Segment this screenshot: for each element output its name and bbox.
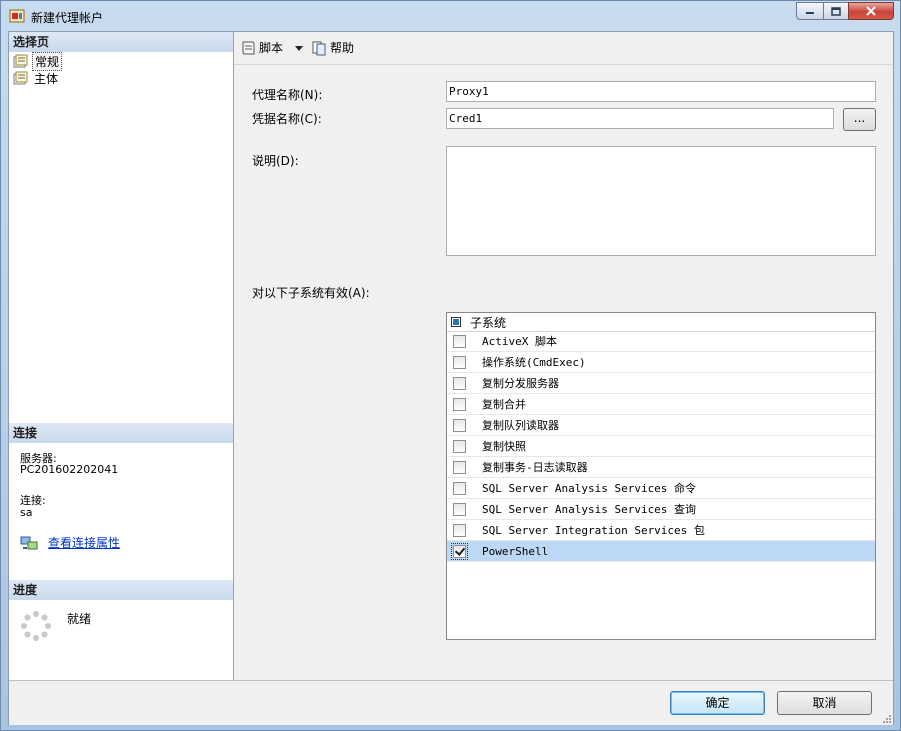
subsystem-label: SQL Server Integration Services 包	[482, 524, 705, 537]
help-button[interactable]: 帮助	[311, 39, 354, 56]
left-panel: 选择页 常规 主体 连接 服务器: PC201602202041 连接: sa …	[9, 32, 234, 680]
dialog-button-bar: 确定 取消	[9, 680, 893, 725]
progress-status: 就绪	[67, 612, 92, 626]
subsystem-label: SQL Server Analysis Services 查询	[482, 503, 697, 516]
close-icon	[866, 6, 876, 16]
credential-name-input[interactable]	[446, 108, 834, 129]
subsystem-row-powershell[interactable]: PowerShell	[447, 541, 875, 562]
description-label: 说明(D):	[252, 154, 299, 168]
page-item-label: 主体	[34, 71, 59, 86]
cancel-button[interactable]: 取消	[777, 691, 872, 715]
select-page-header: 选择页	[9, 32, 233, 52]
page-item-general[interactable]: 常规	[13, 51, 63, 71]
subsystems-header-label: 子系统	[470, 315, 507, 330]
ok-button[interactable]: 确定	[670, 691, 765, 715]
toolbar: 脚本 帮助	[234, 32, 893, 65]
script-icon	[242, 41, 255, 54]
progress-spinner-icon	[21, 611, 51, 641]
dialog-window: 新建代理帐户 选择页 常规 主体 连接 服务器: PC201602202041 …	[0, 0, 901, 731]
maximize-icon	[831, 6, 841, 16]
subsystems-list[interactable]: 子系统 ActiveX 脚本 操作系统(CmdExec) 复制分发服务器 复制合…	[446, 312, 876, 640]
minimize-icon	[806, 12, 814, 14]
subsystem-row-activex[interactable]: ActiveX 脚本	[447, 331, 875, 352]
minimize-button[interactable]	[796, 2, 824, 20]
subsystem-row-snapshot[interactable]: 复制快照	[447, 436, 875, 457]
script-dropdown-arrow[interactable]	[295, 46, 303, 51]
view-connection-properties-link[interactable]: 查看连接属性	[48, 534, 120, 551]
help-icon	[312, 41, 326, 55]
subsystems-header[interactable]: 子系统	[447, 313, 875, 332]
resize-grip-icon[interactable]	[881, 713, 891, 723]
right-panel: 脚本 帮助 代理名称(N): 凭据名称(C): ... 说明(D): 对以下子系…	[234, 32, 893, 680]
subsystem-label: 复制合并	[482, 398, 526, 411]
subsystem-row-queue-reader[interactable]: 复制队列读取器	[447, 415, 875, 436]
property-page-icon	[13, 71, 28, 85]
help-label: 帮助	[330, 41, 355, 55]
script-button[interactable]: 脚本	[240, 39, 283, 56]
subsystem-row-cmdexec[interactable]: 操作系统(CmdExec)	[447, 352, 875, 373]
credential-name-label: 凭据名称(C):	[252, 112, 322, 126]
script-label: 脚本	[259, 41, 284, 55]
subsystem-checkbox[interactable]	[453, 397, 466, 411]
subsystem-label: 复制事务-日志读取器	[482, 461, 588, 474]
subsystem-label: 复制分发服务器	[482, 377, 559, 390]
subsystem-row-distribution[interactable]: 复制分发服务器	[447, 373, 875, 394]
subsystem-row-ssas-query[interactable]: SQL Server Analysis Services 查询	[447, 499, 875, 520]
page-item-label: 常规	[32, 51, 63, 71]
browse-credential-button[interactable]: ...	[843, 108, 876, 131]
subsystem-label: SQL Server Analysis Services 命令	[482, 482, 697, 495]
close-button[interactable]	[848, 2, 894, 20]
connection-value: sa	[20, 506, 33, 519]
subsystem-checkbox[interactable]	[453, 523, 466, 537]
title-bar[interactable]: 新建代理帐户	[1, 1, 900, 31]
connection-label: 连接:	[20, 494, 46, 507]
proxy-name-input[interactable]	[446, 81, 876, 102]
sql-server-app-icon	[9, 9, 25, 23]
server-value: PC201602202041	[20, 463, 119, 476]
subsystem-checkbox[interactable]	[453, 355, 466, 369]
subsystem-label: ActiveX 脚本	[482, 335, 557, 348]
dialog-client-area: 选择页 常规 主体 连接 服务器: PC201602202041 连接: sa …	[8, 31, 894, 725]
subsystem-checkbox[interactable]	[453, 376, 466, 390]
connection-properties-icon	[20, 536, 38, 549]
connection-header: 连接	[9, 423, 233, 443]
description-textarea[interactable]	[446, 146, 876, 256]
proxy-name-label: 代理名称(N):	[252, 88, 323, 102]
subsystem-label: 复制队列读取器	[482, 419, 559, 432]
subsystem-label: 操作系统(CmdExec)	[482, 356, 586, 369]
maximize-button[interactable]	[823, 2, 849, 20]
window-controls	[796, 2, 894, 20]
subsystem-checkbox[interactable]	[453, 460, 466, 474]
subsystem-label: 复制快照	[482, 440, 526, 453]
progress-header: 进度	[9, 580, 233, 600]
subsystem-row-merge[interactable]: 复制合并	[447, 394, 875, 415]
subsystem-row-log-reader[interactable]: 复制事务-日志读取器	[447, 457, 875, 478]
subsystem-row-ssas-command[interactable]: SQL Server Analysis Services 命令	[447, 478, 875, 499]
subsystem-checkbox[interactable]	[453, 418, 466, 432]
page-item-principals[interactable]: 主体	[13, 70, 60, 86]
subsystem-checkbox[interactable]	[453, 334, 466, 348]
subsystems-label: 对以下子系统有效(A):	[252, 286, 370, 300]
view-connection-properties[interactable]: 查看连接属性	[20, 534, 120, 551]
property-page-icon	[13, 54, 28, 68]
subsystem-checkbox-checked[interactable]	[451, 542, 468, 560]
subsystem-row-ssis-package[interactable]: SQL Server Integration Services 包	[447, 520, 875, 541]
subsystem-checkbox[interactable]	[453, 502, 466, 516]
subsystem-checkbox[interactable]	[453, 439, 466, 453]
subsystem-label: PowerShell	[482, 544, 549, 558]
subsystem-checkbox[interactable]	[453, 481, 466, 495]
select-all-checkbox[interactable]	[451, 317, 461, 327]
window-title: 新建代理帐户	[31, 11, 104, 25]
